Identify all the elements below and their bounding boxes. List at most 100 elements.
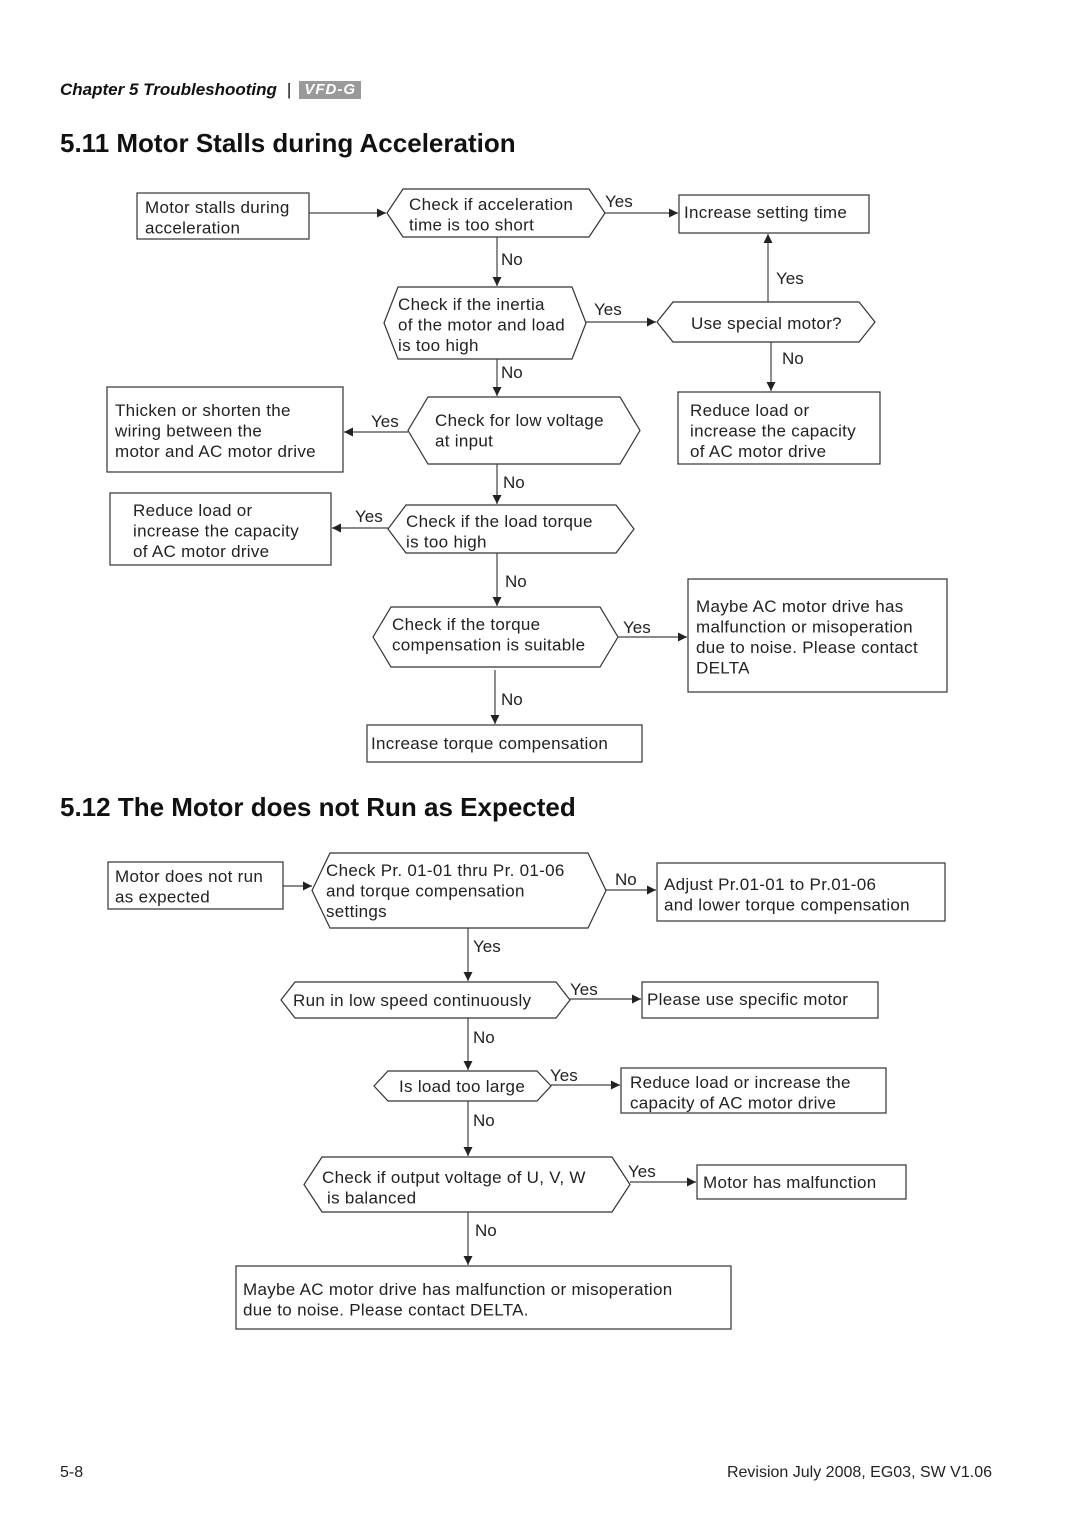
s1-label-no-3: No [501,363,523,382]
s2-adjust-pr-line: and lower torque compensation [664,896,910,915]
s1-special-no-arrowhead [766,382,776,391]
s2-check-pr-line: and torque compensation [326,882,525,901]
s2-start-line: Motor does not run [115,867,263,886]
s2-low-speed-text: Run in low speed continuously [293,991,532,1010]
s2-adjust-pr-text: Adjust Pr.01-01 to Pr.01-06 and lower tor… [664,875,910,915]
s1-thicken-line: motor and AC motor drive [115,442,316,461]
s1-check-inertia-line: of the motor and load [398,316,565,335]
revision-info: Revision July 2008, EG03, SW V1.06 [726,1464,992,1481]
s2-label-yes-3: Yes [550,1066,578,1085]
s2-low-speed-line: Run in low speed continuously [293,991,532,1010]
s2-start-line: as expected [115,888,210,907]
s2-contact-line: due to noise. Please contact DELTA. [243,1301,529,1320]
s1-inertia-yes-arrowhead [647,317,656,327]
s1-special-yes-arrowhead [763,234,773,243]
s2-label-yes-1: Yes [473,937,501,956]
s1-label-yes-2: Yes [594,300,622,319]
s1-reduce-left-line: Reduce load or [133,501,253,520]
s2-specific-motor-text: Please use specific motor [647,990,848,1009]
s2-load-large-line: Is load too large [399,1077,525,1096]
page-number: 5-8 [60,1464,84,1481]
s2-contact-line: Maybe AC motor drive has malfunction or … [243,1280,672,1299]
s2-check-uvw-line: is balanced [322,1189,416,1208]
s2-load-yes-arrowhead [611,1080,620,1090]
s1-label-yes-3: Yes [776,269,804,288]
s1-thicken-line: Thicken or shorten the [115,401,291,420]
s1-voltage-yes-arrowhead [344,427,353,437]
s1-check-load-line: is too high [406,533,487,552]
s1-start-line: acceleration [145,219,240,238]
s1-increase-torque-text: Increase torque compensation [371,734,608,753]
s1-check-voltage-line: Check for low voltage [435,411,604,430]
s2-reduce-load-line: capacity of AC motor drive [630,1094,836,1113]
s2-label-yes-4: Yes [628,1162,656,1181]
s2-label-no-4: No [475,1221,497,1240]
s1-check-voltage-decision [407,396,641,465]
s1-label-no-4: No [503,473,525,492]
s1-label-yes-1: Yes [605,192,633,211]
s1-label-no-2: No [782,349,804,368]
s2-load-large-text: Is load too large [399,1077,525,1096]
s1-check-torque-line: Check if the torque [392,615,540,634]
s1-torque-yes-arrowhead [678,632,687,642]
s1-check-inertia-line: is too high [398,336,479,355]
s1-accel-no-arrowhead [492,277,502,286]
s1-check-voltage-line: at input [435,432,493,451]
s1-thicken-line: wiring between the [114,422,262,441]
s1-start-line: Motor stalls during [145,198,290,217]
s2-speed-yes-arrowhead [632,994,641,1004]
s1-label-no-1: No [501,250,523,269]
s1-reduce-left-line: of AC motor drive [133,542,269,561]
s1-check-accel-line: time is too short [409,216,534,235]
s1-label-no-5: No [505,572,527,591]
s1-contact-line: DELTA [696,659,750,678]
s1-torque-no-arrowhead [490,715,500,724]
s1-special-motor-text: Use special motor? [691,314,842,333]
s2-label-no-1: No [615,870,637,889]
s1-check-load-line: Check if the load torque [406,512,593,531]
s2-reduce-load-line: Reduce load or increase the [630,1073,851,1092]
s2-specific-motor-line: Please use specific motor [647,990,848,1009]
s1-increase-time-line: Increase setting time [684,203,847,222]
s2-motor-malfunction-line: Motor has malfunction [703,1173,877,1192]
s2-load-no-arrowhead [463,1147,473,1156]
s2-motor-malfunction-text: Motor has malfunction [703,1173,877,1192]
s1-check-accel-line: Check if acceleration [409,195,573,214]
s2-check-uvw-line: Check if output voltage of U, V, W [322,1168,586,1187]
s1-reduce-right-line: of AC motor drive [690,442,826,461]
s2-pr-yes-arrowhead [463,972,473,981]
s1-reduce-right-line: increase the capacity [690,422,856,441]
s2-adjust-pr-line: Adjust Pr.01-01 to Pr.01-06 [664,875,876,894]
s2-start-to-pr-arrowhead [303,881,312,891]
s2-speed-no-arrowhead [463,1061,473,1070]
s1-label-yes-5: Yes [355,507,383,526]
s2-uvw-yes-arrowhead [687,1177,696,1187]
s2-label-yes-2: Yes [570,980,598,999]
s1-voltage-no-arrowhead [492,495,502,504]
flowcharts: Motor stalls during acceleration Check if … [106,188,948,1330]
s1-load-no-arrowhead [492,597,502,606]
s1-special-motor-line: Use special motor? [691,314,842,333]
s2-check-pr-line: Check Pr. 01-01 thru Pr. 01-06 [326,861,565,880]
s1-load-yes-arrowhead [332,523,341,533]
s2-label-no-3: No [473,1111,495,1130]
s2-check-pr-line: settings [326,902,387,921]
s2-uvw-no-arrowhead [463,1256,473,1265]
s1-reduce-right-line: Reduce load or [690,401,810,420]
s2-reduce-load-text: Reduce load or increase the capacity of A… [630,1073,851,1113]
s1-increase-torque-line: Increase torque compensation [371,734,608,753]
s1-contact-line: Maybe AC motor drive has [696,597,904,616]
s2-pr-no-arrowhead [647,885,656,895]
s1-increase-time-text: Increase setting time [684,203,847,222]
s1-contact-line: due to noise. Please contact [696,638,918,657]
s1-inertia-no-arrowhead [492,387,502,396]
s1-check-torque-line: compensation is suitable [392,636,585,655]
s1-label-yes-6: Yes [623,618,651,637]
s1-reduce-left-line: increase the capacity [133,522,299,541]
s1-label-no-6: No [501,690,523,709]
s1-contact-line: malfunction or misoperation [696,618,913,637]
s1-start-to-accel-arrowhead [377,208,386,218]
s1-check-inertia-line: Check if the inertia [398,295,545,314]
s1-accel-yes-arrowhead [669,208,678,218]
s1-label-yes-4: Yes [371,412,399,431]
